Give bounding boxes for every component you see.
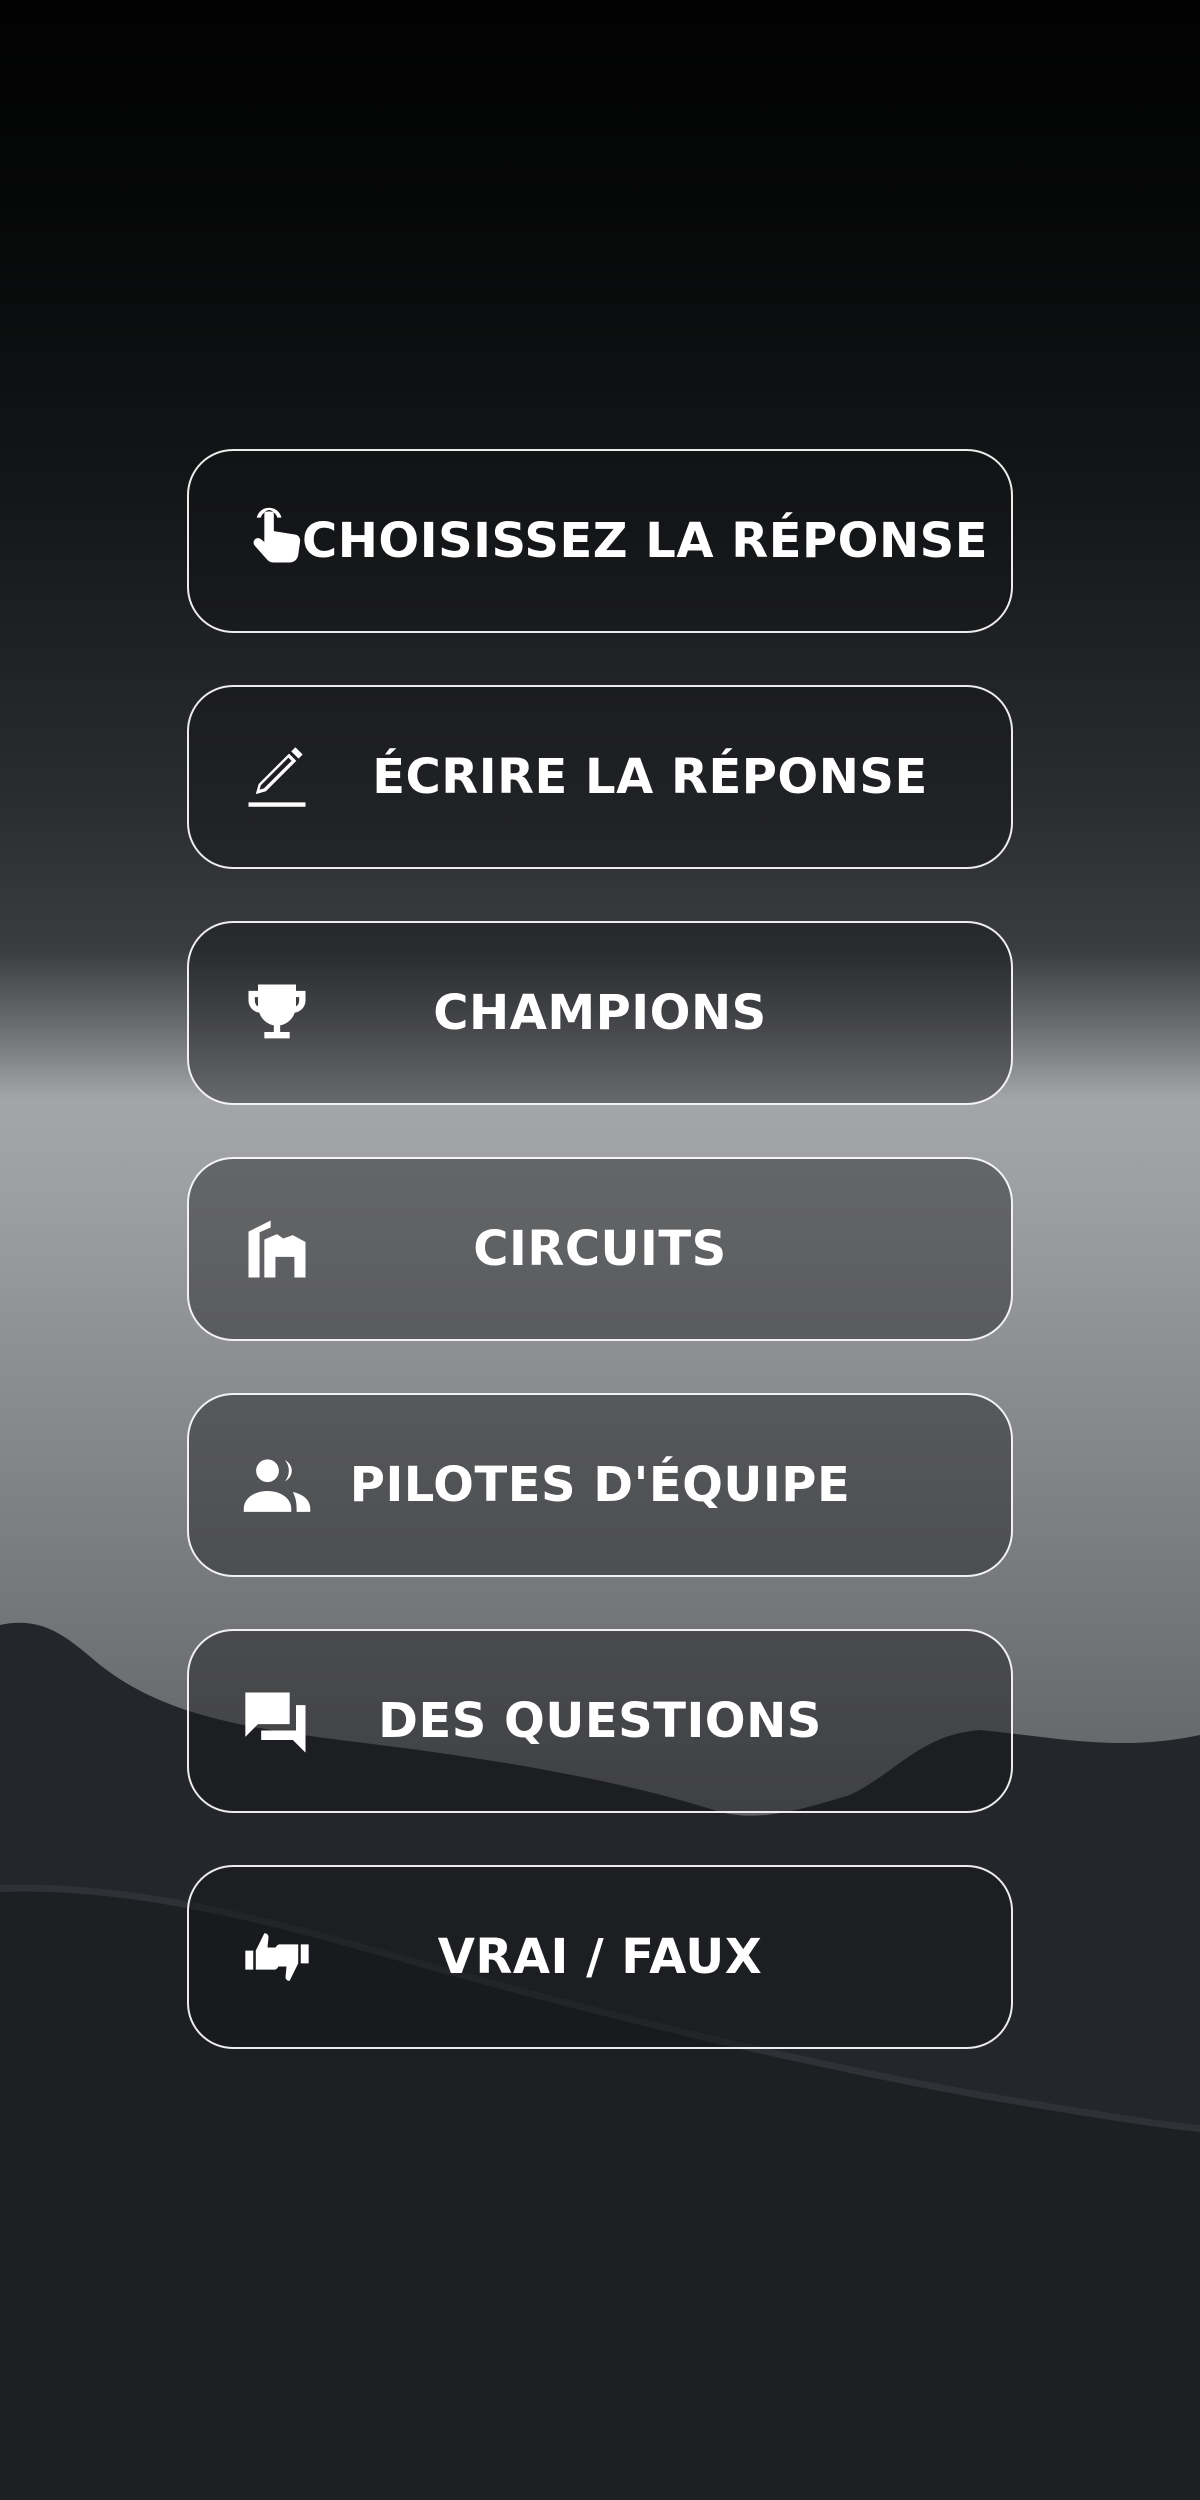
team-drivers-button[interactable]: PILOTES D'ÉQUIPE (187, 1393, 1013, 1577)
main-menu: CHOISISSEZ LA RÉPONSE ÉCRIRE LA RÉPONSE … (187, 449, 1013, 2101)
champions-label: CHAMPIONS (433, 985, 767, 1041)
write-answer-label: ÉCRIRE LA RÉPONSE (372, 749, 928, 805)
true-false-label: VRAI / FAUX (437, 1929, 763, 1985)
circuits-label: CIRCUITS (473, 1221, 727, 1277)
write-answer-button[interactable]: ÉCRIRE LA RÉPONSE (187, 685, 1013, 869)
questions-label: DES QUESTIONS (378, 1693, 822, 1749)
champions-button[interactable]: CHAMPIONS (187, 921, 1013, 1105)
choose-answer-label: CHOISISSEZ LA RÉPONSE (302, 513, 988, 569)
questions-button[interactable]: DES QUESTIONS (187, 1629, 1013, 1813)
choose-answer-button[interactable]: CHOISISSEZ LA RÉPONSE (187, 449, 1013, 633)
circuits-button[interactable]: CIRCUITS (187, 1157, 1013, 1341)
team-drivers-label: PILOTES D'ÉQUIPE (349, 1457, 851, 1513)
true-false-button[interactable]: VRAI / FAUX (187, 1865, 1013, 2049)
